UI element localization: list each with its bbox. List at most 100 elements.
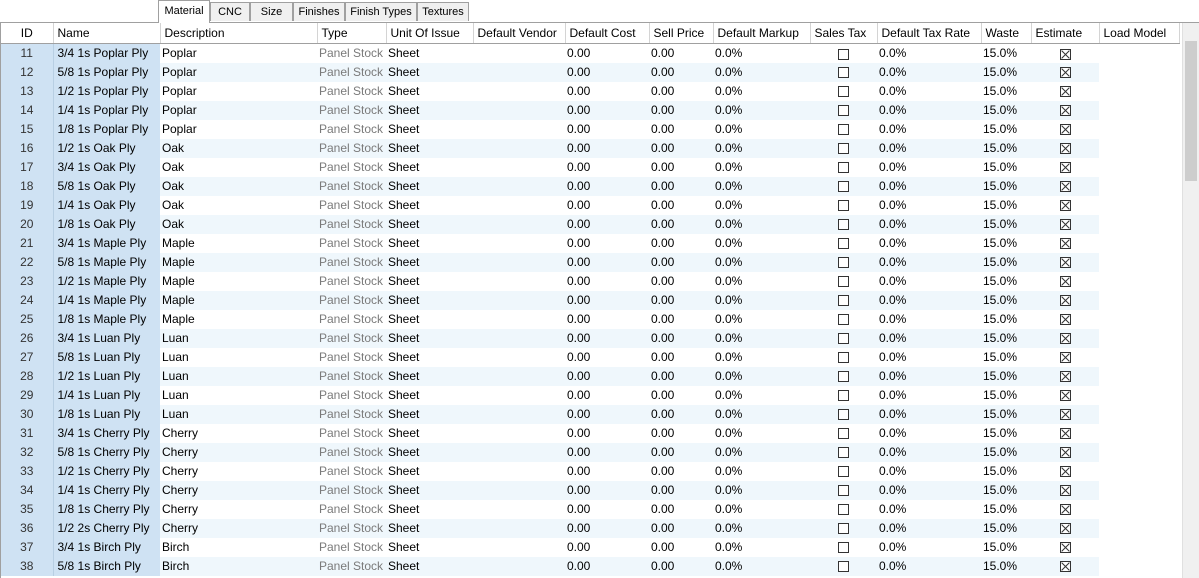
load-model-cell[interactable] [1099,423,1179,443]
cost-cell[interactable]: 0.00 [565,138,649,158]
description-cell[interactable]: Birch [160,556,317,576]
sales-tax-cell[interactable] [810,234,877,253]
tab-textures[interactable]: Textures [417,2,469,21]
sales-tax-checkbox[interactable] [838,542,849,554]
vendor-cell[interactable] [473,538,565,557]
description-cell[interactable]: Cherry [160,518,317,538]
markup-cell[interactable]: 0.0% [713,158,810,177]
estimate-checkbox[interactable] [1059,504,1071,516]
sell-price-cell[interactable]: 0.00 [649,272,713,291]
table-row[interactable]: 20 1/8 1s Oak Ply Oak Panel Stock Sheet 0.00 0… [1,214,1179,234]
unit-cell[interactable]: Sheet [386,272,473,291]
name-cell[interactable]: 1/8 1s Cherry Ply [53,499,160,519]
cost-cell[interactable]: 0.00 [565,252,649,272]
column-header-waste[interactable]: Waste [981,23,1032,44]
type-cell[interactable]: Panel Stock [317,404,386,424]
type-cell[interactable]: Panel Stock [317,252,386,272]
sales-tax-cell[interactable] [810,214,877,234]
name-cell[interactable]: 1/4 1s Maple Ply [53,290,160,310]
estimate-cell[interactable] [1031,272,1099,291]
waste-cell[interactable]: 15.0% [981,120,1031,139]
estimate-cell[interactable] [1031,100,1099,120]
markup-cell[interactable]: 0.0% [713,196,810,215]
sales-tax-checkbox[interactable] [838,200,849,212]
type-cell[interactable]: Panel Stock [317,138,386,158]
name-cell[interactable]: 1/2 1s Maple Ply [53,271,160,291]
type-cell[interactable]: Panel Stock [317,234,386,253]
markup-cell[interactable]: 0.0% [713,480,810,500]
vertical-scrollbar[interactable] [1182,23,1199,578]
unit-cell[interactable]: Sheet [386,176,473,196]
unit-cell[interactable]: Sheet [386,442,473,462]
waste-cell[interactable]: 15.0% [981,424,1031,443]
load-model-cell[interactable] [1099,404,1179,424]
sales-tax-cell[interactable] [810,424,877,443]
cost-cell[interactable]: 0.00 [565,62,649,82]
sell-price-cell[interactable]: 0.00 [649,442,713,462]
description-cell[interactable]: Cherry [160,442,317,462]
unit-cell[interactable]: Sheet [386,44,473,63]
table-row[interactable]: 34 1/4 1s Cherry Ply Cherry Panel Stock Shee… [1,480,1179,500]
load-model-cell[interactable] [1099,81,1179,101]
type-cell[interactable]: Panel Stock [317,82,386,101]
tax-rate-cell[interactable]: 0.0% [877,556,981,576]
sales-tax-checkbox[interactable] [838,561,849,573]
waste-cell[interactable]: 15.0% [981,348,1031,367]
id-cell[interactable]: 21 [1,233,54,253]
column-header-default-cost[interactable]: Default Cost [565,23,650,44]
id-cell[interactable]: 12 [1,62,54,82]
sell-price-cell[interactable]: 0.00 [649,404,713,424]
unit-cell[interactable]: Sheet [386,82,473,101]
sales-tax-cell[interactable] [810,120,877,139]
id-cell[interactable]: 26 [1,328,54,348]
column-header-load-model[interactable]: Load Model [1099,23,1180,44]
unit-cell[interactable]: Sheet [386,100,473,120]
sell-price-cell[interactable]: 0.00 [649,310,713,329]
id-cell[interactable]: 29 [1,385,54,405]
description-cell[interactable]: Poplar [160,44,317,63]
name-cell[interactable]: 3/4 1s Poplar Ply [53,43,160,63]
load-model-cell[interactable] [1099,214,1179,234]
sell-price-cell[interactable]: 0.00 [649,348,713,367]
name-cell[interactable]: 5/8 1s Poplar Ply [53,62,160,82]
estimate-checkbox[interactable] [1059,390,1071,402]
markup-cell[interactable]: 0.0% [713,272,810,291]
estimate-cell[interactable] [1031,386,1099,405]
estimate-cell[interactable] [1031,138,1099,158]
tax-rate-cell[interactable]: 0.0% [877,500,981,519]
waste-cell[interactable]: 15.0% [981,44,1031,63]
tax-rate-cell[interactable]: 0.0% [877,328,981,348]
sell-price-cell[interactable]: 0.00 [649,424,713,443]
sales-tax-cell[interactable] [810,518,877,538]
sell-price-cell[interactable]: 0.00 [649,328,713,348]
id-cell[interactable]: 25 [1,309,54,329]
name-cell[interactable]: 1/4 1s Cherry Ply [53,480,160,500]
estimate-checkbox[interactable] [1059,428,1071,440]
sales-tax-checkbox[interactable] [838,219,849,231]
tax-rate-cell[interactable]: 0.0% [877,404,981,424]
id-cell[interactable]: 31 [1,423,54,443]
markup-cell[interactable]: 0.0% [713,348,810,367]
table-row[interactable]: 19 1/4 1s Oak Ply Oak Panel Stock Sheet 0.00 0… [1,195,1179,215]
unit-cell[interactable]: Sheet [386,234,473,253]
cost-cell[interactable]: 0.00 [565,480,649,500]
waste-cell[interactable]: 15.0% [981,82,1031,101]
load-model-cell[interactable] [1099,499,1179,519]
id-cell[interactable]: 33 [1,461,54,481]
tax-rate-cell[interactable]: 0.0% [877,348,981,367]
cost-cell[interactable]: 0.00 [565,386,649,405]
sales-tax-cell[interactable] [810,290,877,310]
estimate-checkbox[interactable] [1059,124,1071,136]
sales-tax-checkbox[interactable] [838,466,849,478]
waste-cell[interactable]: 15.0% [981,538,1031,557]
waste-cell[interactable]: 15.0% [981,442,1031,462]
estimate-cell[interactable] [1031,500,1099,519]
markup-cell[interactable]: 0.0% [713,386,810,405]
tax-rate-cell[interactable]: 0.0% [877,424,981,443]
markup-cell[interactable]: 0.0% [713,366,810,386]
tax-rate-cell[interactable]: 0.0% [877,214,981,234]
name-cell[interactable]: 5/8 1s Oak Ply [53,176,160,196]
cost-cell[interactable]: 0.00 [565,290,649,310]
tax-rate-cell[interactable]: 0.0% [877,462,981,481]
estimate-checkbox[interactable] [1059,86,1071,98]
